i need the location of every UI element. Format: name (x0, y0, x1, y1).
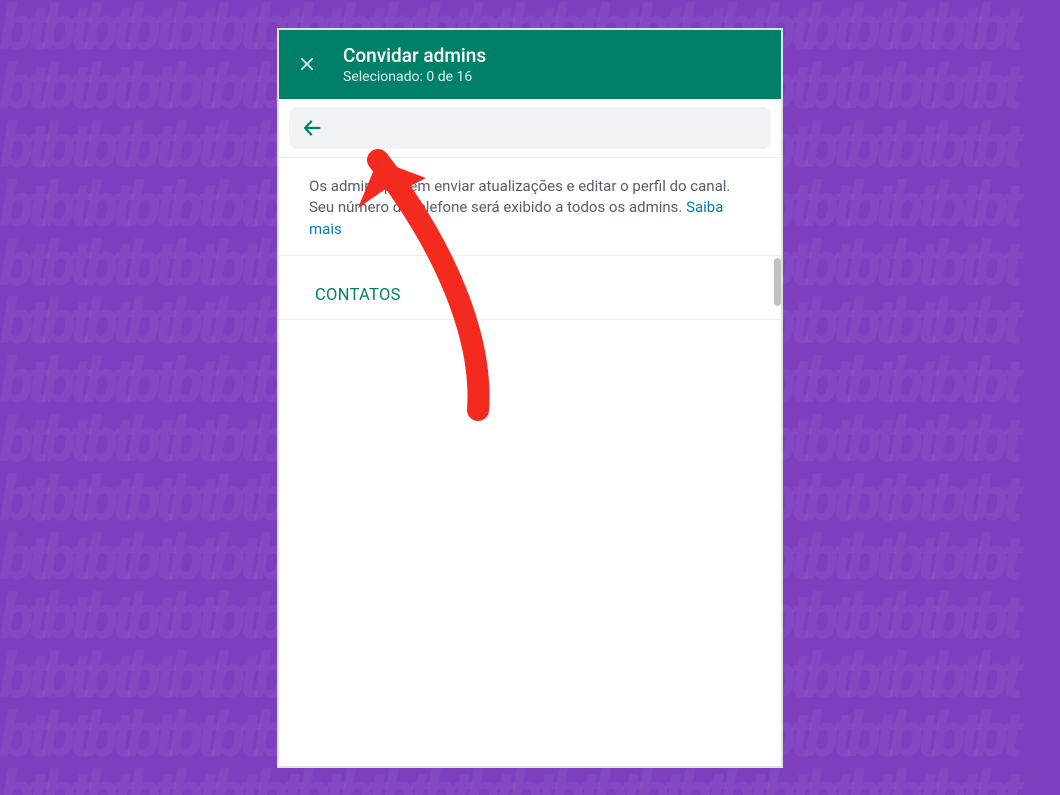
panel-header: Convidar admins Selecionado: 0 de 16 (279, 30, 781, 99)
watermark-row: btbtbtbtbtbtbtbtbtbtbtbtbtbtbtbtbtbtbtbt… (0, 766, 1060, 795)
header-text-group: Convidar admins Selecionado: 0 de 16 (343, 44, 486, 85)
panel-title: Convidar admins (343, 44, 486, 67)
panel-body: Os admins podem enviar atualizações e ed… (279, 157, 781, 766)
selection-count: Selecionado: 0 de 16 (343, 69, 486, 85)
contacts-section-label: CONTATOS (279, 256, 781, 320)
info-text-block: Os admins podem enviar atualizações e ed… (279, 158, 781, 256)
back-arrow-icon[interactable] (301, 117, 323, 139)
search-area (279, 99, 781, 157)
invite-admins-panel: Convidar admins Selecionado: 0 de 16 Os … (277, 28, 783, 768)
search-box[interactable] (289, 107, 771, 149)
scrollbar-thumb[interactable] (774, 258, 781, 306)
info-text: Os admins podem enviar atualizações e ed… (309, 177, 730, 217)
close-icon (298, 55, 316, 73)
search-input[interactable] (343, 119, 759, 136)
close-button[interactable] (293, 50, 321, 78)
